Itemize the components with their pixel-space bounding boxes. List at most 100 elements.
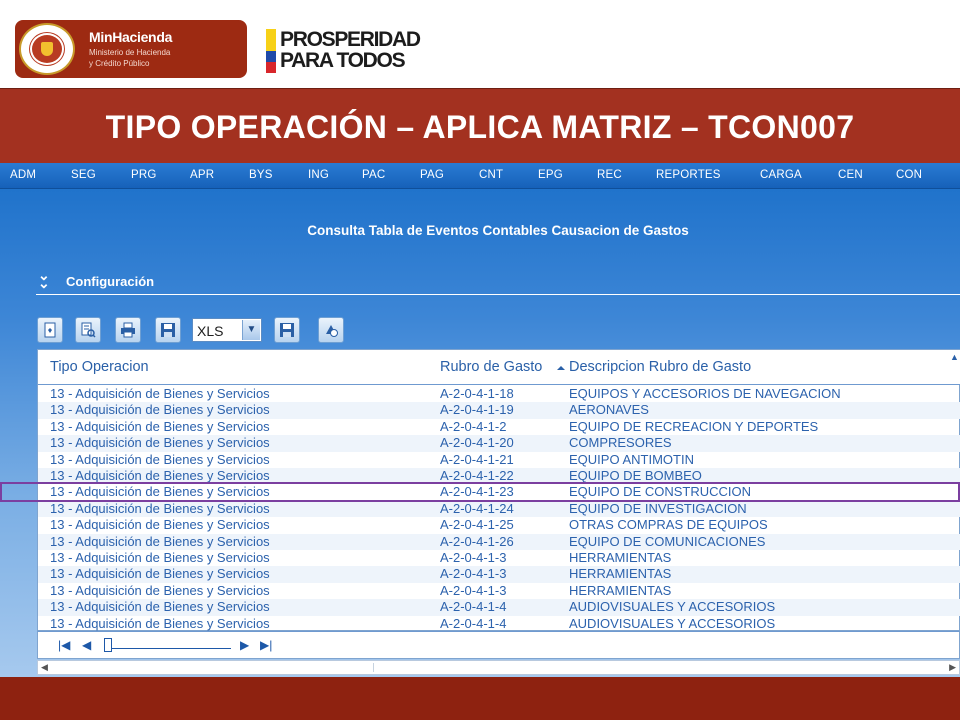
table-row[interactable]: 13 - Adquisición de Bienes y Servicios A-… <box>38 550 960 566</box>
cell-descripcion-rubro: HERRAMIENTAS <box>569 550 672 565</box>
next-page-icon[interactable]: ▶ <box>240 638 249 652</box>
prosperidad-line2: PARA TODOS <box>280 49 406 72</box>
grid-header: Tipo Operacion Rubro de Gasto Descripcio… <box>38 350 960 385</box>
cell-rubro-de-gasto: A-2-0-4-1-3 <box>440 582 507 598</box>
cell-tipo-operacion: 13 - Adquisición de Bienes y Servicios <box>50 402 270 418</box>
new-document-icon <box>44 322 56 338</box>
scroll-left-arrow-icon[interactable]: ◀ <box>41 662 48 673</box>
export-save-button[interactable] <box>274 317 300 343</box>
table-row[interactable]: 13 - Adquisición de Bienes y Servicios A-… <box>38 566 960 583</box>
new-document-button[interactable] <box>37 317 63 343</box>
print-button[interactable] <box>115 317 141 343</box>
prosperidad-para-todos-logo: PROSPERIDAD PARA TODOS <box>266 29 456 73</box>
menu-item-reportes[interactable]: REPORTES <box>656 169 721 181</box>
refresh-icon <box>326 325 338 337</box>
table-row[interactable]: 13 - Adquisición de Bienes y Servicios A-… <box>38 419 960 435</box>
cell-rubro-de-gasto: A-2-0-4-1-19 <box>440 402 514 418</box>
title-band: TIPO OPERACIÓN – APLICA MATRIZ – TCON007 <box>0 88 960 163</box>
column-header-descripcion-rubro[interactable]: Descripcion Rubro de Gasto <box>569 359 751 375</box>
menu-item-cnt[interactable]: CNT <box>479 169 503 181</box>
chevron-down-icon[interactable]: ▼ <box>242 320 260 340</box>
cell-descripcion-rubro: EQUIPO ANTIMOTIN <box>569 451 694 467</box>
previous-page-icon[interactable]: ◀ <box>82 638 91 652</box>
double-chevron-down-icon[interactable]: ⌄ ⌄ <box>38 268 50 290</box>
application-window: ADM SEG PRG APR BYS ING PAC PAG CNT EPG … <box>0 163 960 677</box>
cell-rubro-de-gasto: A-2-0-4-1-20 <box>440 435 514 451</box>
first-page-icon[interactable]: |◀ <box>58 638 70 652</box>
menu-item-con[interactable]: CON <box>896 169 922 181</box>
menu-item-carga[interactable]: CARGA <box>760 169 802 181</box>
table-row[interactable]: 13 - Adquisición de Bienes y Servicios A-… <box>38 435 960 452</box>
cell-descripcion-rubro: HERRAMIENTAS <box>569 566 672 582</box>
page-slider-thumb[interactable] <box>104 638 112 652</box>
page-slider-track[interactable] <box>106 648 231 649</box>
scroll-up-arrow-icon[interactable]: ▲ <box>950 352 960 362</box>
scrollbar-thumb[interactable] <box>54 663 374 672</box>
grid-pager: |◀ ◀ ▶ ▶| <box>37 631 960 659</box>
menu-item-seg[interactable]: SEG <box>71 169 96 181</box>
menu-item-ing[interactable]: ING <box>308 169 329 181</box>
table-row[interactable]: 13 - Adquisición de Bienes y Servicios A-… <box>38 452 960 468</box>
table-row[interactable]: 13 - Adquisición de Bienes y Servicios A-… <box>38 500 960 518</box>
cell-descripcion-rubro: EQUIPO DE RECREACION Y DEPORTES <box>569 418 819 434</box>
cell-descripcion-rubro: AUDIOVISUALES Y ACCESORIOS <box>569 599 776 615</box>
table-row[interactable]: 13 - Adquisición de Bienes y Servicios A-… <box>38 533 960 550</box>
table-row[interactable]: 13 - Adquisición de Bienes y Servicios A-… <box>38 599 960 616</box>
last-page-icon[interactable]: ▶| <box>260 638 272 652</box>
menu-item-rec[interactable]: REC <box>597 169 622 181</box>
table-row[interactable]: 13 - Adquisición de Bienes y Servicios A-… <box>38 517 960 533</box>
cell-descripcion-rubro: COMPRESORES <box>569 435 672 451</box>
cell-tipo-operacion: 13 - Adquisición de Bienes y Servicios <box>50 435 270 451</box>
save-button[interactable] <box>155 317 181 343</box>
cell-descripcion-rubro: EQUIPO DE COMUNICACIONES <box>569 533 766 549</box>
cell-rubro-de-gasto: A-2-0-4-1-21 <box>440 451 514 467</box>
menu-item-adm[interactable]: ADM <box>10 169 36 181</box>
cell-rubro-de-gasto: A-2-0-4-1-4 <box>440 599 507 615</box>
search-document-icon <box>81 322 96 338</box>
menu-item-prg[interactable]: PRG <box>131 169 157 181</box>
cell-rubro-de-gasto: A-2-0-4-1-18 <box>440 386 514 401</box>
horizontal-scrollbar[interactable]: ◀ ▶ <box>37 660 960 675</box>
cell-rubro-de-gasto: A-2-0-4-1-25 <box>440 517 514 533</box>
menu-item-bys[interactable]: BYS <box>249 169 273 181</box>
table-row[interactable]: 13 - Adquisición de Bienes y Servicios A-… <box>38 583 960 599</box>
menu-item-apr[interactable]: APR <box>190 169 214 181</box>
menu-item-cen[interactable]: CEN <box>838 169 863 181</box>
table-row[interactable]: 13 - Adquisición de Bienes y Servicios A-… <box>38 386 960 402</box>
menu-item-epg[interactable]: EPG <box>538 169 563 181</box>
cell-tipo-operacion: 13 - Adquisición de Bienes y Servicios <box>50 582 270 598</box>
export-format-select[interactable]: XLS ▼ <box>192 318 262 342</box>
cell-rubro-de-gasto: A-2-0-4-1-24 <box>440 500 514 516</box>
cell-tipo-operacion: 13 - Adquisición de Bienes y Servicios <box>50 418 270 434</box>
configuration-section-header[interactable]: ⌄ ⌄ Configuración <box>36 267 960 295</box>
cell-descripcion-rubro: OTRAS COMPRAS DE EQUIPOS <box>569 517 768 533</box>
menu-item-pag[interactable]: PAG <box>420 169 444 181</box>
cell-tipo-operacion: 13 - Adquisición de Bienes y Servicios <box>50 550 270 565</box>
highlighted-row-annotation <box>0 482 960 502</box>
cell-rubro-de-gasto: A-2-0-4-1-4 <box>440 615 507 631</box>
minhacienda-logo: MinHacienda Ministerio de Hacienda y Cré… <box>15 20 247 78</box>
colombia-coat-of-arms-seal-icon <box>19 23 75 75</box>
page-heading: Consulta Tabla de Eventos Contables Caus… <box>307 223 689 238</box>
main-menu-bar: ADM SEG PRG APR BYS ING PAC PAG CNT EPG … <box>0 163 960 189</box>
minhacienda-subtitle-line1: Ministerio de Hacienda <box>89 48 171 57</box>
table-row[interactable]: 13 - Adquisición de Bienes y Servicios A-… <box>38 616 960 632</box>
menu-item-pac[interactable]: PAC <box>362 169 385 181</box>
refresh-button[interactable] <box>318 317 344 343</box>
cell-tipo-operacion: 13 - Adquisición de Bienes y Servicios <box>50 615 270 631</box>
scroll-right-arrow-icon[interactable]: ▶ <box>949 662 956 673</box>
cell-tipo-operacion: 13 - Adquisición de Bienes y Servicios <box>50 533 270 549</box>
cell-descripcion-rubro: HERRAMIENTAS <box>569 582 672 598</box>
cell-descripcion-rubro: AUDIOVISUALES Y ACCESORIOS <box>569 615 776 631</box>
cell-descripcion-rubro: EQUIPO DE INVESTIGACION <box>569 500 747 516</box>
save-icon <box>161 323 175 337</box>
column-header-tipo-operacion[interactable]: Tipo Operacion <box>50 359 149 375</box>
column-header-rubro-de-gasto[interactable]: Rubro de Gasto <box>440 359 542 375</box>
cell-rubro-de-gasto: A-2-0-4-1-26 <box>440 533 514 549</box>
table-row[interactable]: 13 - Adquisición de Bienes y Servicios A-… <box>38 402 960 419</box>
cell-tipo-operacion: 13 - Adquisición de Bienes y Servicios <box>50 566 270 582</box>
cell-rubro-de-gasto: A-2-0-4-1-3 <box>440 550 507 565</box>
configuration-label: Configuración <box>66 274 155 289</box>
sort-ascending-icon[interactable] <box>557 366 565 370</box>
search-document-button[interactable] <box>75 317 101 343</box>
